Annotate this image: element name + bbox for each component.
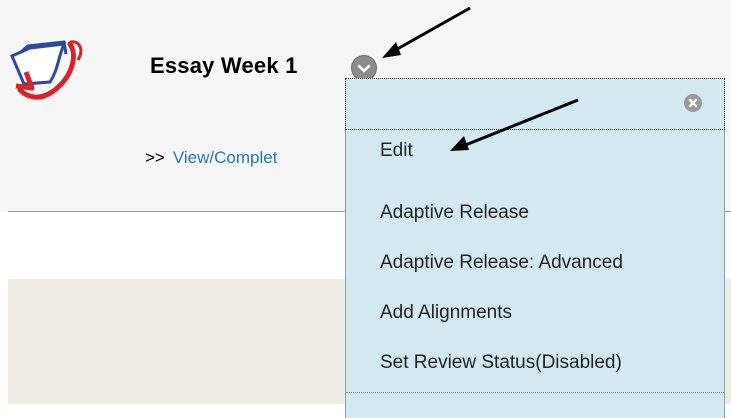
view-complete-link[interactable]: View/Complet [173,148,278,167]
menu-header [345,78,725,130]
close-menu-button[interactable] [684,94,702,112]
close-icon [688,98,698,108]
menu-item-adaptive-release-advanced[interactable]: Adaptive Release: Advanced [380,252,623,274]
menu-item-adaptive-release[interactable]: Adaptive Release [380,202,529,224]
link-prefix: >> [145,148,165,167]
menu-item-add-alignments[interactable]: Add Alignments [380,302,512,324]
view-complete-link-row: >> View/Complet [145,148,277,168]
chevron-down-icon [357,64,371,73]
item-context-menu: Edit Adaptive Release Adaptive Release: … [345,78,725,418]
turnitin-assignment-icon [6,28,90,104]
menu-item-edit[interactable]: Edit [380,140,413,162]
content-item-title[interactable]: Essay Week 1 [150,53,298,79]
menu-item-set-review-status[interactable]: Set Review Status(Disabled) [380,352,622,374]
menu-divider [346,392,724,393]
